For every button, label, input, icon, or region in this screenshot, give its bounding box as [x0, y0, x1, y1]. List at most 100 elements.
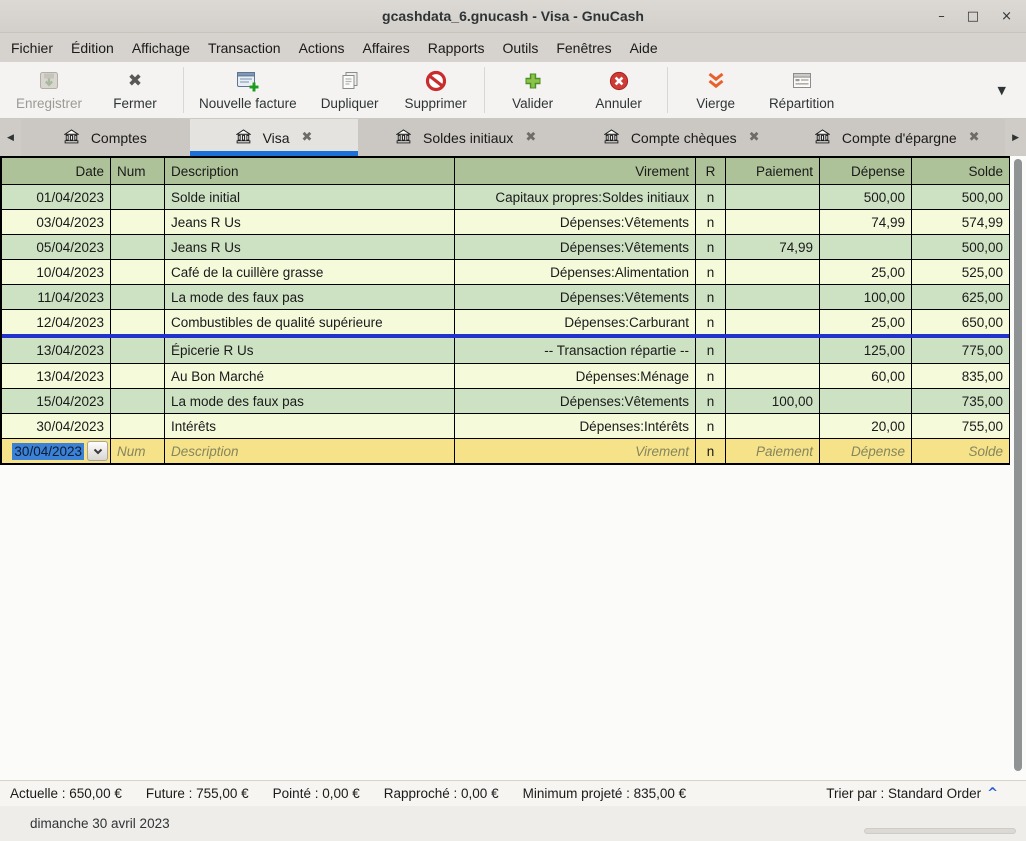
cell-virement[interactable]: Dépenses:Vêtements — [454, 285, 695, 309]
cell-solde[interactable]: 625,00 — [911, 285, 1009, 309]
cell-virement[interactable]: Dépenses:Alimentation — [454, 260, 695, 284]
cell-virement[interactable]: Dépenses:Ménage — [454, 364, 695, 388]
date-input-value[interactable]: 30/04/2023 — [12, 443, 84, 460]
vertical-scrollbar[interactable] — [1014, 159, 1022, 771]
cell-solde[interactable]: 574,99 — [911, 210, 1009, 234]
cell-r[interactable]: n — [695, 260, 725, 284]
description-input[interactable]: Description — [164, 439, 454, 463]
cell-solde[interactable]: 735,00 — [911, 389, 1009, 413]
toolbar-overflow-icon[interactable]: ▼ — [998, 84, 1020, 97]
cell-description[interactable]: Intérêts — [164, 414, 454, 438]
cell-num[interactable] — [110, 414, 164, 438]
table-row[interactable]: 03/04/2023 Jeans R Us Dépenses:Vêtements… — [2, 209, 1009, 234]
menu-outils[interactable]: Outils — [494, 36, 548, 60]
cell-description[interactable]: Solde initial — [164, 185, 454, 209]
cell-date[interactable]: 30/04/2023 — [2, 414, 110, 438]
cell-paiement[interactable]: 100,00 — [725, 389, 819, 413]
cell-r[interactable]: n — [695, 235, 725, 259]
menu-actions[interactable]: Actions — [290, 36, 354, 60]
cell-depense[interactable]: 60,00 — [819, 364, 911, 388]
cell-paiement[interactable] — [725, 364, 819, 388]
minimize-icon[interactable]: – — [938, 10, 945, 23]
menu-affaires[interactable]: Affaires — [354, 36, 419, 60]
cancel-button[interactable]: Annuler — [576, 64, 662, 116]
tabs-scroll-left-icon[interactable]: ◀ — [0, 119, 21, 156]
cell-depense[interactable] — [819, 235, 911, 259]
cell-num[interactable] — [110, 364, 164, 388]
table-row[interactable]: 13/04/2023 Épicerie R Us -- Transaction … — [2, 338, 1009, 363]
cell-depense[interactable]: 100,00 — [819, 285, 911, 309]
cell-depense[interactable]: 74,99 — [819, 210, 911, 234]
cell-date[interactable]: 01/04/2023 — [2, 185, 110, 209]
tab-compte-cheques[interactable]: Compte chèques ✖ — [574, 119, 790, 156]
cell-description[interactable]: Au Bon Marché — [164, 364, 454, 388]
menu-aide[interactable]: Aide — [621, 36, 667, 60]
cell-solde[interactable]: 525,00 — [911, 260, 1009, 284]
cell-num[interactable] — [110, 389, 164, 413]
cell-depense[interactable] — [819, 389, 911, 413]
cell-depense[interactable]: 500,00 — [819, 185, 911, 209]
cell-virement[interactable]: -- Transaction répartie -- — [454, 338, 695, 363]
cell-num[interactable] — [110, 260, 164, 284]
close-register-button[interactable]: ✖ Fermer — [92, 64, 178, 116]
cell-solde[interactable]: 500,00 — [911, 235, 1009, 259]
menu-affichage[interactable]: Affichage — [123, 36, 199, 60]
cell-virement[interactable]: Dépenses:Vêtements — [454, 389, 695, 413]
cell-virement[interactable]: Dépenses:Vêtements — [454, 235, 695, 259]
cell-r[interactable]: n — [695, 285, 725, 309]
split-button[interactable]: Répartition — [759, 64, 845, 116]
cell-description[interactable]: Café de la cuillère grasse — [164, 260, 454, 284]
cell-description[interactable]: Jeans R Us — [164, 210, 454, 234]
virement-input[interactable]: Virement — [454, 439, 695, 463]
cell-description[interactable]: Combustibles de qualité supérieure — [164, 310, 454, 334]
cell-depense[interactable]: 25,00 — [819, 310, 911, 334]
cell-description[interactable]: Jeans R Us — [164, 235, 454, 259]
cell-virement[interactable]: Dépenses:Carburant — [454, 310, 695, 334]
cell-num[interactable] — [110, 235, 164, 259]
blank-transaction-button[interactable]: Vierge — [673, 64, 759, 116]
tab-close-icon[interactable]: ✖ — [525, 130, 536, 145]
cell-num[interactable] — [110, 185, 164, 209]
cell-paiement[interactable] — [725, 210, 819, 234]
menu-fenetres[interactable]: Fenêtres — [547, 36, 620, 60]
cell-date[interactable]: 03/04/2023 — [2, 210, 110, 234]
tab-close-icon[interactable]: ✖ — [749, 130, 760, 145]
r-input[interactable]: n — [695, 439, 725, 463]
tab-comptes[interactable]: Comptes — [21, 119, 190, 156]
cell-num[interactable] — [110, 210, 164, 234]
cell-r[interactable]: n — [695, 210, 725, 234]
cell-num[interactable] — [110, 310, 164, 334]
save-button[interactable]: Enregistrer — [6, 64, 92, 116]
cell-paiement[interactable] — [725, 185, 819, 209]
cell-solde[interactable]: 500,00 — [911, 185, 1009, 209]
edit-row[interactable]: 30/04/2023 Num Description Virement n Pa… — [2, 438, 1009, 463]
cell-date[interactable]: 12/04/2023 — [2, 310, 110, 334]
cell-virement[interactable]: Capitaux propres:Soldes initiaux — [454, 185, 695, 209]
cell-date[interactable]: 05/04/2023 — [2, 235, 110, 259]
date-input[interactable]: 30/04/2023 — [2, 439, 110, 463]
cell-num[interactable] — [110, 285, 164, 309]
cell-paiement[interactable] — [725, 414, 819, 438]
cell-paiement[interactable] — [725, 285, 819, 309]
date-dropdown-button[interactable] — [87, 441, 108, 461]
cell-virement[interactable]: Dépenses:Vêtements — [454, 210, 695, 234]
paiement-input[interactable]: Paiement — [725, 439, 819, 463]
cell-virement[interactable]: Dépenses:Intérêts — [454, 414, 695, 438]
cell-paiement[interactable]: 74,99 — [725, 235, 819, 259]
cell-r[interactable]: n — [695, 389, 725, 413]
tabs-scroll-right-icon[interactable]: ▶ — [1005, 119, 1026, 156]
cell-paiement[interactable] — [725, 260, 819, 284]
sort-order-control[interactable]: Trier par : Standard Order ^ — [826, 786, 1016, 801]
table-row[interactable]: 05/04/2023 Jeans R Us Dépenses:Vêtements… — [2, 234, 1009, 259]
menu-edition[interactable]: Édition — [62, 36, 123, 60]
cell-r[interactable]: n — [695, 338, 725, 363]
cell-depense[interactable]: 20,00 — [819, 414, 911, 438]
table-row[interactable]: 01/04/2023 Solde initial Capitaux propre… — [2, 184, 1009, 209]
cell-depense[interactable]: 25,00 — [819, 260, 911, 284]
validate-button[interactable]: Valider — [490, 64, 576, 116]
cell-date[interactable]: 10/04/2023 — [2, 260, 110, 284]
cell-r[interactable]: n — [695, 185, 725, 209]
table-row[interactable]: 11/04/2023 La mode des faux pas Dépenses… — [2, 284, 1009, 309]
tab-soldes-initiaux[interactable]: Soldes initiaux ✖ — [358, 119, 574, 156]
cell-r[interactable]: n — [695, 364, 725, 388]
